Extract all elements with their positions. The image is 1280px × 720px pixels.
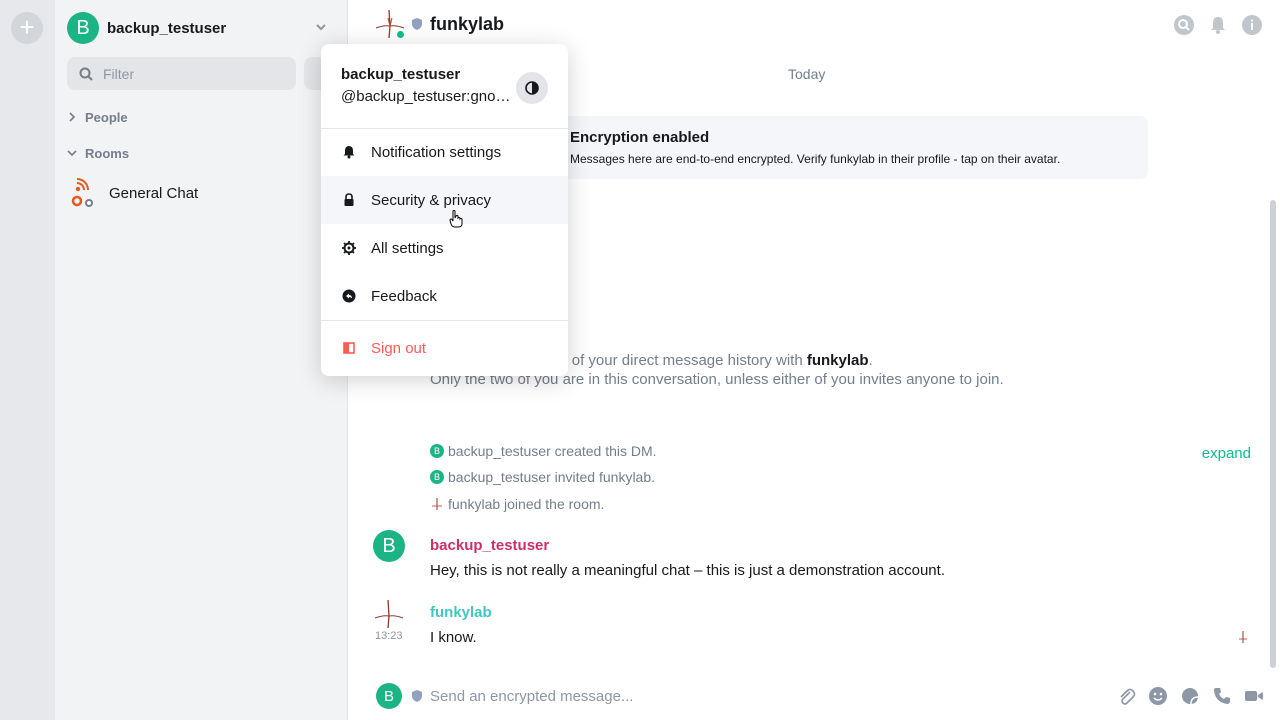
event-text: funkylab joined the room. [448, 496, 605, 512]
theme-toggle-button[interactable] [516, 72, 548, 104]
event-avatar: B [430, 470, 444, 484]
event-created: B backup_testuser created this DM. [430, 441, 657, 461]
menu-item-feedback[interactable]: Feedback [321, 272, 568, 320]
section-rooms[interactable]: Rooms [67, 143, 129, 163]
timeline-scrollbar[interactable] [1270, 200, 1276, 668]
bell-icon [341, 144, 357, 160]
hand-cursor-icon [449, 210, 463, 228]
menu-divider [321, 320, 568, 321]
video-call-icon[interactable] [1244, 686, 1264, 706]
menu-item-security-privacy[interactable]: Security & privacy [321, 176, 568, 224]
plus-icon: + [19, 12, 35, 42]
message-composer: B Send an encrypted message... [348, 672, 1280, 720]
room-header: funkylab [348, 0, 1280, 50]
encryption-title: Encryption enabled [570, 129, 710, 146]
room-avatar [71, 178, 93, 207]
message-avatar[interactable] [373, 598, 405, 630]
info-icon[interactable] [1242, 15, 1262, 35]
gear-icon [341, 240, 357, 256]
menu-item-sign-out[interactable]: Sign out [321, 324, 568, 372]
message-body: I know. [430, 629, 477, 646]
read-receipt-avatar[interactable] [1236, 630, 1250, 644]
user-avatar: B [67, 12, 99, 44]
chevron-right-icon [69, 112, 76, 122]
event-avatar [432, 498, 442, 510]
chevron-down-icon [316, 24, 326, 31]
emoji-icon[interactable] [1148, 686, 1168, 706]
encryption-description: Messages here are end-to-end encrypted. … [570, 152, 1061, 166]
sticker-icon[interactable] [1180, 686, 1200, 706]
room-list-panel: B backup_testuser Filter People Rooms Ge… [55, 0, 348, 720]
composer-avatar: B [376, 683, 402, 709]
bell-icon[interactable] [1208, 15, 1228, 35]
menu-user-id: @backup_testuser:gnome.org [341, 88, 511, 105]
expand-link[interactable]: expand [1202, 445, 1251, 462]
menu-item-label: Security & privacy [371, 191, 492, 209]
message-body: Hey, this is not really a meaningful cha… [430, 562, 945, 579]
filter-placeholder: Filter [103, 65, 135, 82]
encryption-notice: Encryption enabled Messages here are end… [558, 116, 1148, 179]
event-invited: B backup_testuser invited funkylab. [430, 467, 655, 487]
section-rooms-label: Rooms [85, 145, 130, 161]
message-timestamp: 13:23 [375, 630, 403, 642]
message-sender[interactable]: backup_testuser [430, 537, 549, 554]
event-text: backup_testuser invited funkylab. [448, 469, 656, 485]
menu-item-label: Feedback [371, 287, 437, 305]
feedback-icon [341, 288, 357, 304]
online-status-dot [396, 30, 405, 39]
space-rail: + [0, 0, 55, 720]
menu-item-label: All settings [371, 239, 444, 257]
chevron-down-icon [67, 150, 77, 157]
create-space-button[interactable]: + [11, 12, 43, 44]
room-item-general-chat[interactable]: General Chat [67, 176, 337, 210]
theme-icon [525, 81, 539, 95]
intro-suffix: . [868, 352, 873, 369]
menu-item-all-settings[interactable]: All settings [321, 224, 568, 272]
event-avatar: B [430, 444, 444, 458]
user-context-menu: backup_testuser @backup_testuser:gnome.o… [321, 44, 568, 376]
filter-input[interactable]: Filter [67, 57, 296, 90]
room-title[interactable]: funkylab [430, 14, 504, 35]
search-icon [79, 67, 93, 81]
room-item-label: General Chat [109, 184, 199, 202]
composer-input[interactable]: Send an encrypted message... [430, 688, 633, 705]
shield-icon [412, 690, 422, 702]
intro-name: funkylab [806, 352, 869, 369]
user-display-name: backup_testuser [107, 19, 227, 37]
event-joined: funkylab joined the room. [430, 494, 604, 514]
search-icon[interactable] [1174, 15, 1194, 35]
event-text: backup_testuser created this DM. [448, 443, 657, 459]
paperclip-icon[interactable] [1116, 686, 1136, 706]
menu-display-name: backup_testuser [341, 66, 461, 83]
user-menu-button[interactable]: B backup_testuser [67, 12, 337, 44]
section-people[interactable]: People [67, 107, 128, 127]
shield-icon [412, 18, 422, 30]
date-separator: Today [788, 66, 826, 82]
lock-icon [341, 192, 357, 208]
menu-item-label: Notification settings [371, 143, 502, 161]
sign-out-icon [341, 340, 357, 356]
menu-item-notification-settings[interactable]: Notification settings [321, 128, 568, 176]
menu-item-label: Sign out [371, 339, 427, 357]
message-sender[interactable]: funkylab [430, 604, 492, 621]
message-avatar[interactable]: B [373, 530, 405, 562]
voice-call-icon[interactable] [1212, 686, 1232, 706]
section-people-label: People [85, 109, 128, 125]
